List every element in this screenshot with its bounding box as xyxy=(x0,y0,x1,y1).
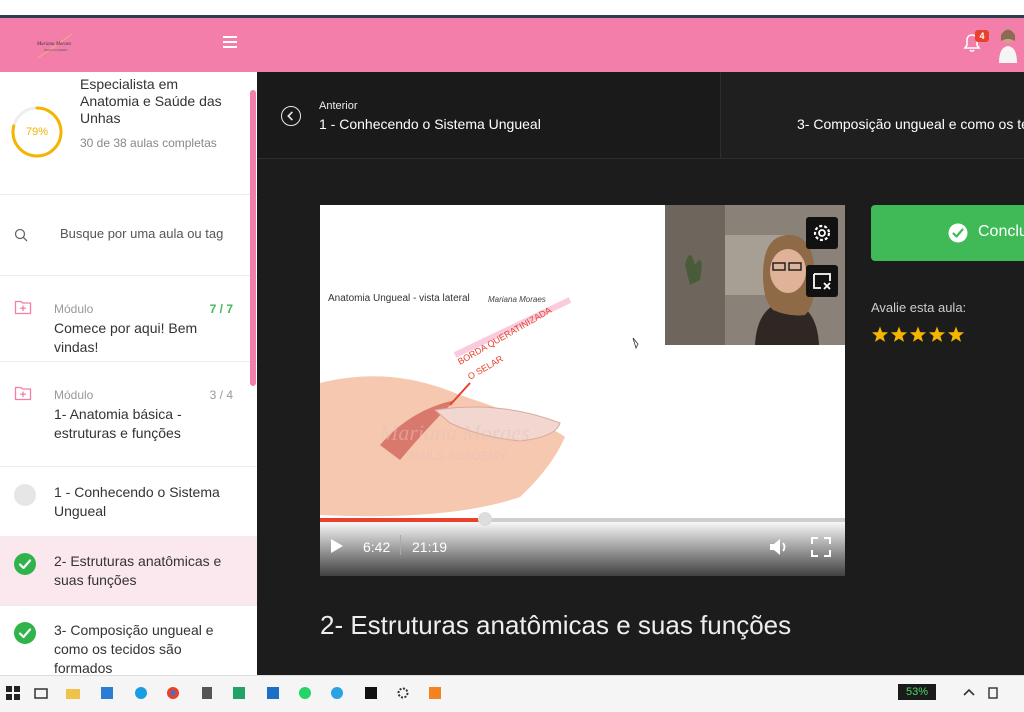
module-item[interactable]: Módulo 7 / 7 Comece por aqui! Bem vindas… xyxy=(0,276,257,362)
svg-text:NAILS ACADEMY: NAILS ACADEMY xyxy=(44,48,68,52)
lesson-player-area: Anterior 1 - Conhecendo o Sistema Unguea… xyxy=(257,72,1024,675)
svg-text:NAILS ACADEMY: NAILS ACADEMY xyxy=(410,449,507,463)
chevron-left-icon[interactable] xyxy=(281,106,301,126)
battery-indicator: 53% xyxy=(898,684,936,700)
store-icon[interactable] xyxy=(100,686,114,700)
star-icon[interactable] xyxy=(928,326,946,342)
course-title: Especialista em Anatomia e Saúde das Unh… xyxy=(80,76,222,126)
network-icon[interactable] xyxy=(986,686,1000,700)
excel-icon[interactable] xyxy=(232,686,246,700)
svg-text:Mariana Moraes: Mariana Moraes xyxy=(379,420,530,445)
star-icon[interactable] xyxy=(909,326,927,342)
previous-lesson-title: 1 - Conhecendo o Sistema Ungueal xyxy=(319,116,541,132)
next-lesson-link[interactable]: 3- Composição ungueal e como os tecid xyxy=(721,72,1024,158)
module-title: 1- Anatomia básica - estruturas e funçõe… xyxy=(54,406,182,441)
folder-plus-icon xyxy=(14,386,32,401)
lesson-title-heading: 2- Estruturas anatômicas e suas funções xyxy=(320,610,792,640)
task-view-icon[interactable] xyxy=(34,686,48,700)
whatsapp-icon[interactable] xyxy=(298,686,312,700)
paint-icon[interactable] xyxy=(428,686,442,700)
edge-icon[interactable] xyxy=(134,686,148,700)
lesson-title: 3- Composição ungueal e como os tecidos … xyxy=(54,622,214,675)
search-input[interactable] xyxy=(58,225,242,242)
windows-taskbar: 53% xyxy=(0,675,1024,712)
time-divider xyxy=(400,535,401,555)
video-player[interactable]: BORDA QUERATINIZADA O SELAR Mariana Mora… xyxy=(320,205,845,576)
avatar[interactable] xyxy=(996,27,1020,63)
chevron-up-icon[interactable] xyxy=(962,686,976,700)
lesson-item[interactable]: 3- Composição ungueal e como os tecidos … xyxy=(0,606,257,675)
file-explorer-icon[interactable] xyxy=(66,686,80,700)
progress-percent: 79% xyxy=(25,126,49,138)
lesson-title: 1 - Conhecendo o Sistema Ungueal xyxy=(54,484,220,519)
lesson-navigation: Anterior 1 - Conhecendo o Sistema Unguea… xyxy=(257,72,1024,159)
lesson-pending-icon[interactable] xyxy=(14,484,36,506)
video-controls: 6:42 21:19 xyxy=(320,512,845,576)
rating-label: Avalie esta aula: xyxy=(871,300,967,315)
star-icon[interactable] xyxy=(890,326,908,342)
lesson-item-active[interactable]: 2- Estruturas anatômicas e suas funções xyxy=(0,537,257,606)
complete-lesson-button[interactable]: Conclu xyxy=(871,205,1024,261)
svg-text:Mariana Moraes: Mariana Moraes xyxy=(36,42,71,47)
check-circle-icon[interactable] xyxy=(14,622,36,644)
complete-lesson-label: Conclu xyxy=(978,223,1024,240)
main-header xyxy=(257,18,1024,72)
photos-icon[interactable] xyxy=(266,686,280,700)
rating-stars[interactable] xyxy=(871,326,966,344)
slide-title: Anatomia Ungueal - vista lateral xyxy=(328,293,470,304)
sidebar-scrollbar[interactable] xyxy=(250,90,256,386)
check-circle-icon xyxy=(948,223,968,243)
course-progress-text: 30 de 38 aulas completas xyxy=(80,136,217,150)
lesson-item[interactable]: 1 - Conhecendo o Sistema Ungueal xyxy=(0,467,257,537)
hamburger-menu-icon[interactable] xyxy=(223,36,237,50)
windows-start-icon[interactable] xyxy=(6,686,20,700)
module-title: Comece por aqui! Bem vindas! xyxy=(54,320,198,355)
module-label: Módulo xyxy=(54,302,94,316)
sidebar-header: Mariana Moraes NAILS ACADEMY xyxy=(0,18,257,72)
folder-plus-icon xyxy=(14,300,32,315)
current-time: 6:42 xyxy=(363,539,391,555)
chrome-icon[interactable] xyxy=(166,686,180,700)
play-icon[interactable] xyxy=(330,538,344,554)
notification-badge: 4 xyxy=(975,30,989,42)
module-item[interactable]: Módulo 3 / 4 1- Anatomia básica - estrut… xyxy=(0,362,257,467)
video-duration: 21:19 xyxy=(412,539,448,555)
telegram-icon[interactable] xyxy=(330,686,344,700)
check-circle-icon[interactable] xyxy=(14,553,36,575)
lesson-title: 2- Estruturas anatômicas e suas funções xyxy=(54,553,222,588)
video-progress-fill xyxy=(320,518,486,522)
previous-lesson-link[interactable]: Anterior 1 - Conhecendo o Sistema Unguea… xyxy=(257,72,721,158)
next-lesson-title: 3- Composição ungueal e como os tecid xyxy=(797,116,1024,132)
previous-label: Anterior xyxy=(319,100,358,112)
course-progress-card: 79% Especialista em Anatomia e Saúde das… xyxy=(0,72,257,195)
capcut-icon[interactable] xyxy=(364,686,378,700)
course-sidebar: Mariana Moraes NAILS ACADEMY 79% Especia… xyxy=(0,18,258,675)
slide-brand: Mariana Moraes xyxy=(488,295,546,304)
search-icon xyxy=(14,228,28,242)
module-label: Módulo xyxy=(54,388,94,402)
gear-icon[interactable] xyxy=(806,217,838,249)
calculator-icon[interactable] xyxy=(200,686,214,700)
star-icon[interactable] xyxy=(947,326,965,342)
volume-icon[interactable] xyxy=(768,537,792,557)
module-count: 7 / 7 xyxy=(209,302,233,316)
video-scrubber-handle[interactable] xyxy=(478,512,493,526)
brand-logo[interactable]: Mariana Moraes NAILS ACADEMY xyxy=(32,32,78,60)
module-count: 3 / 4 xyxy=(209,388,233,402)
fullscreen-icon[interactable] xyxy=(810,536,832,558)
exit-picture-in-picture-icon[interactable] xyxy=(806,265,838,297)
window-top-border xyxy=(0,0,1024,18)
settings-gear-icon[interactable] xyxy=(396,686,410,700)
lesson-search xyxy=(0,195,257,276)
star-icon[interactable] xyxy=(871,326,889,342)
